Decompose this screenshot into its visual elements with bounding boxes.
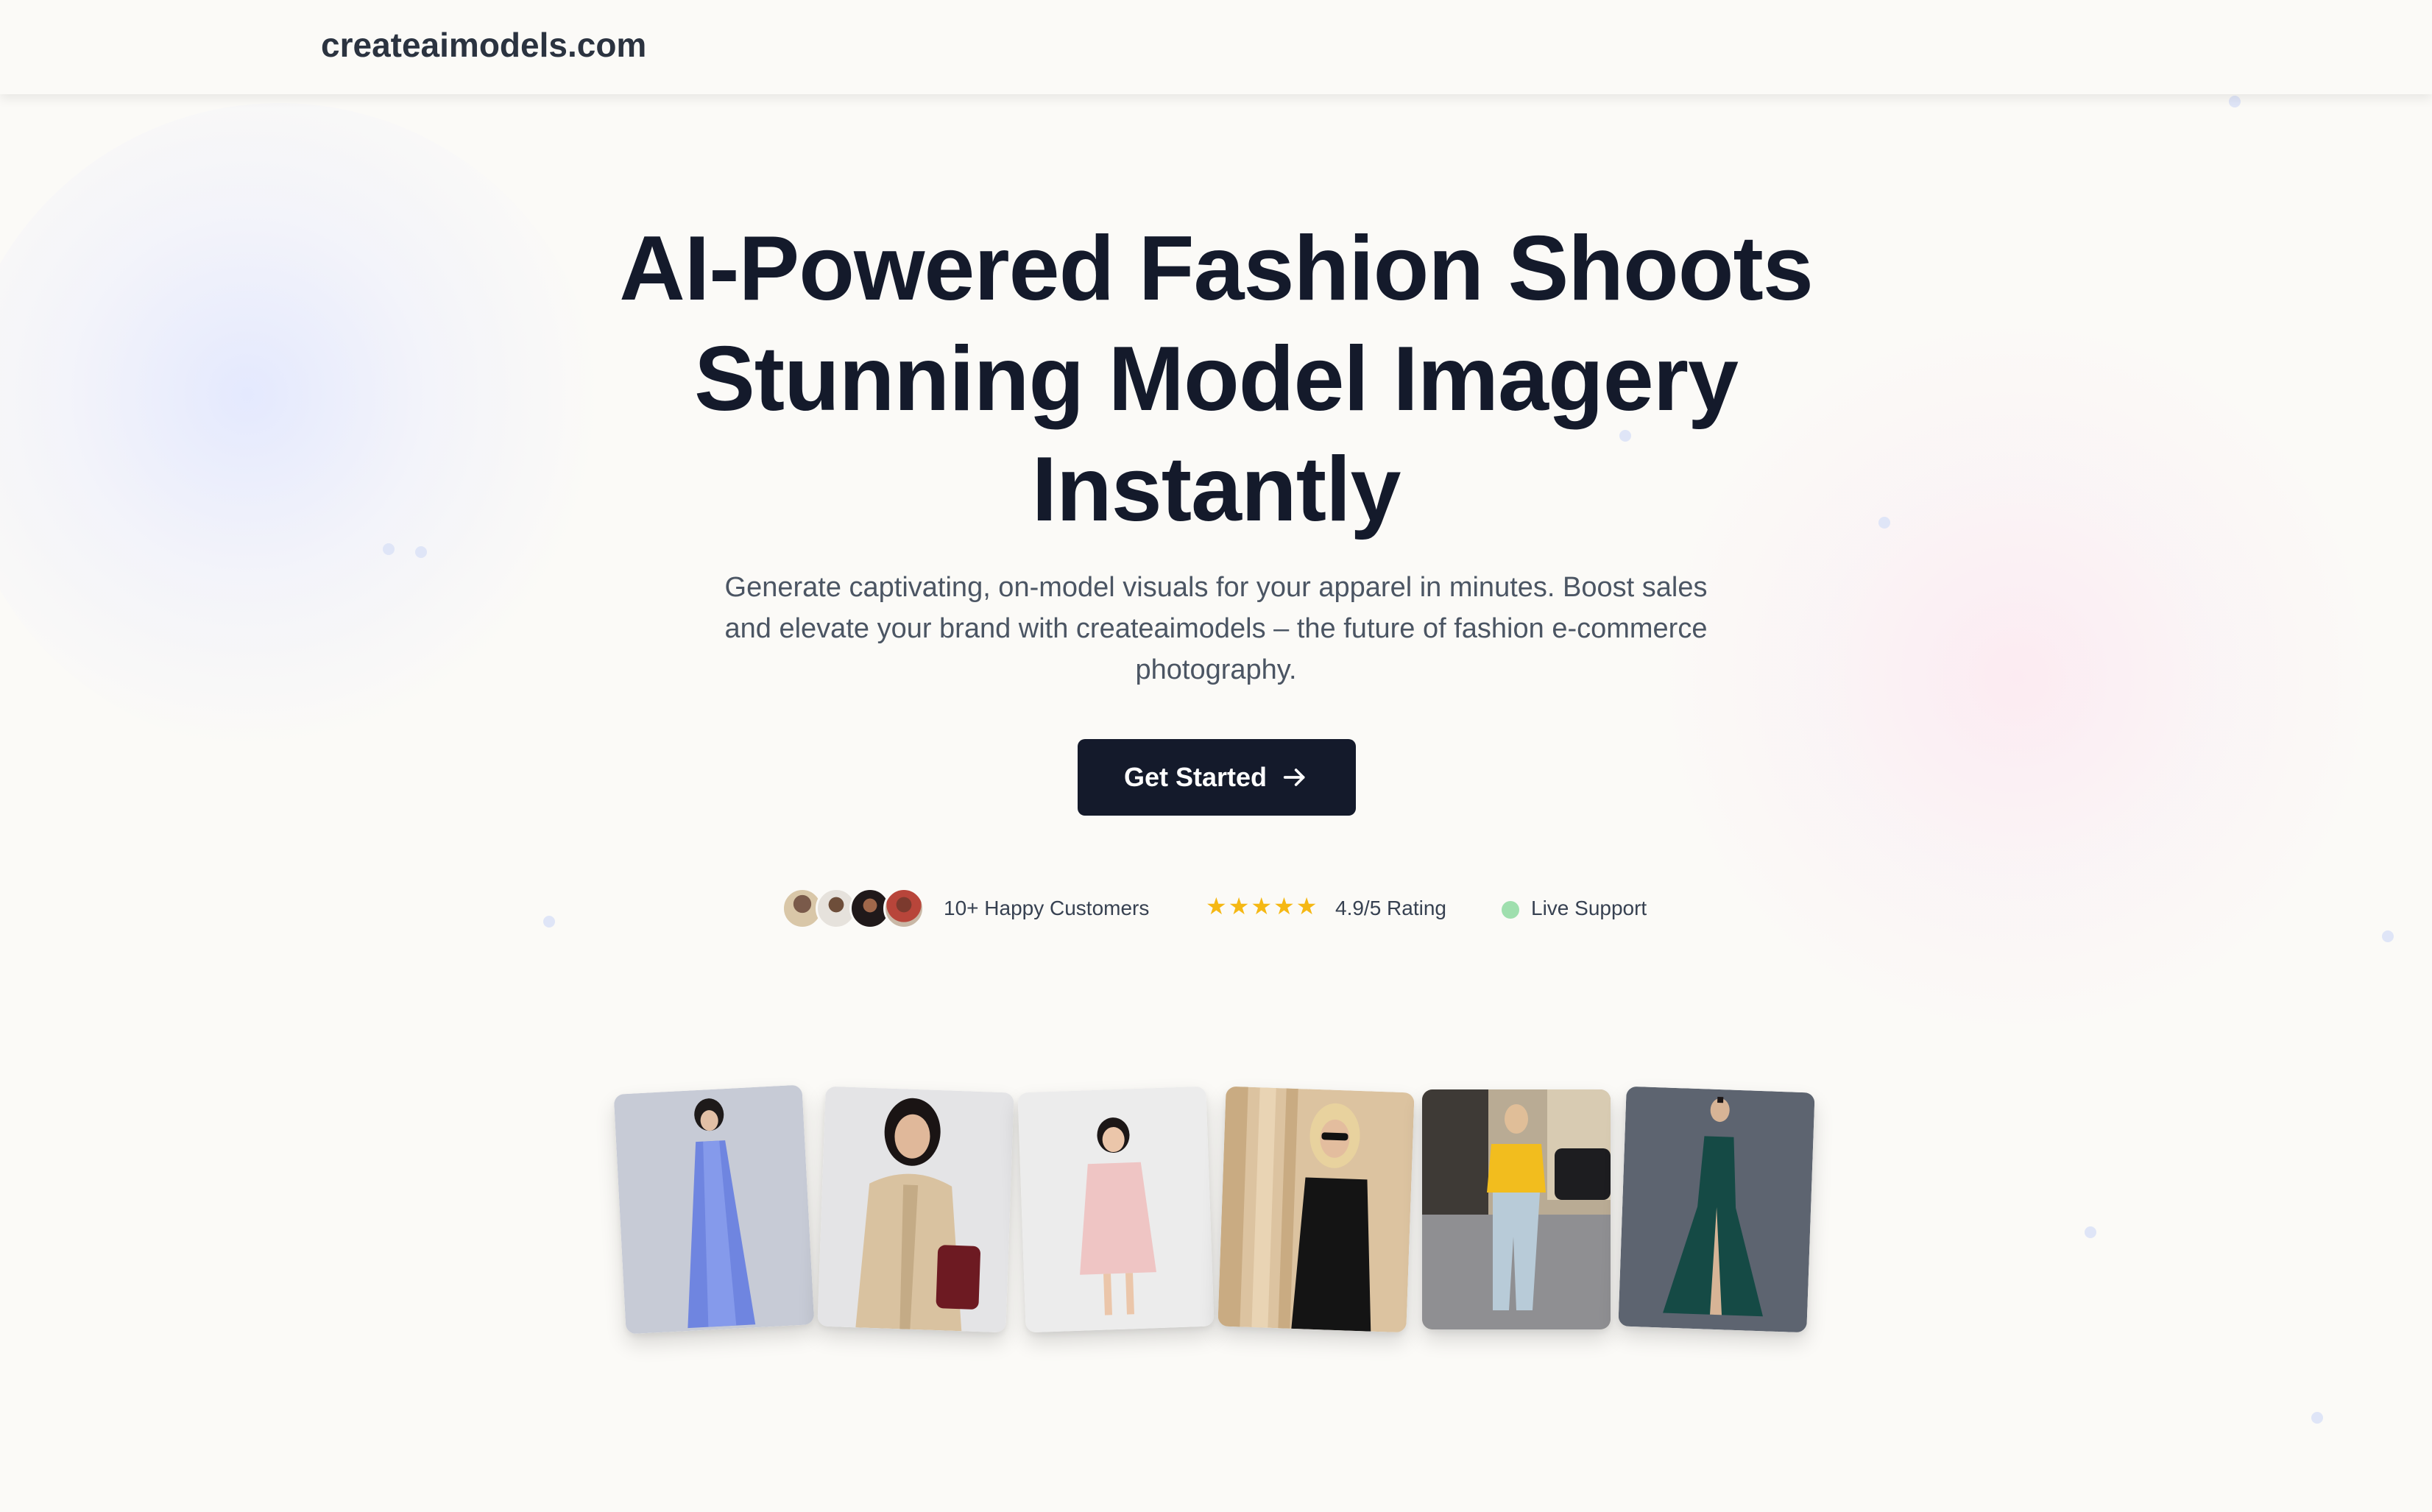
avatar <box>883 888 925 929</box>
model-gallery <box>0 1084 2432 1340</box>
hero-title-line-1: AI-Powered Fashion Shoots <box>619 218 1814 319</box>
trust-bar: 10+ Happy Customers ★★★★★ 4.9/5 Rating L… <box>0 883 2432 935</box>
hero-title-line-3: Instantly <box>1031 439 1401 540</box>
gallery-image[interactable] <box>1422 1089 1611 1329</box>
customer-avatars <box>782 888 929 930</box>
gallery-image[interactable] <box>1217 1086 1415 1333</box>
gallery-image[interactable] <box>817 1086 1014 1333</box>
gallery-image[interactable] <box>1618 1086 1815 1333</box>
get-started-button[interactable]: Get Started <box>1078 739 1356 816</box>
gallery-image[interactable] <box>1017 1086 1215 1333</box>
hero-subtitle: Generate captivating, on-model visuals f… <box>724 572 1708 685</box>
decor-dot <box>2229 96 2241 107</box>
decor-dot <box>2311 1412 2323 1424</box>
arrow-right-icon <box>1283 769 1305 786</box>
decor-dot <box>383 543 395 555</box>
rating-text: 4.9/5 Rating <box>1335 897 1446 919</box>
rating-stars-icon: ★★★★★ <box>1206 893 1319 919</box>
top-navbar: createaimodels.com <box>0 0 2432 94</box>
get-started-label: Get Started <box>1123 762 1268 792</box>
site-logo[interactable]: createaimodels.com <box>321 25 646 65</box>
gallery-image[interactable] <box>613 1084 815 1335</box>
hero-title: AI-Powered Fashion Shoots Stunning Model… <box>480 213 1952 545</box>
live-status-dot <box>1502 901 1519 919</box>
customers-count: 10+ Happy Customers <box>944 897 1150 919</box>
decor-dot <box>415 546 427 558</box>
live-support-text: Live Support <box>1531 897 1647 919</box>
hero-title-line-2: Stunning Model Imagery <box>694 328 1739 430</box>
